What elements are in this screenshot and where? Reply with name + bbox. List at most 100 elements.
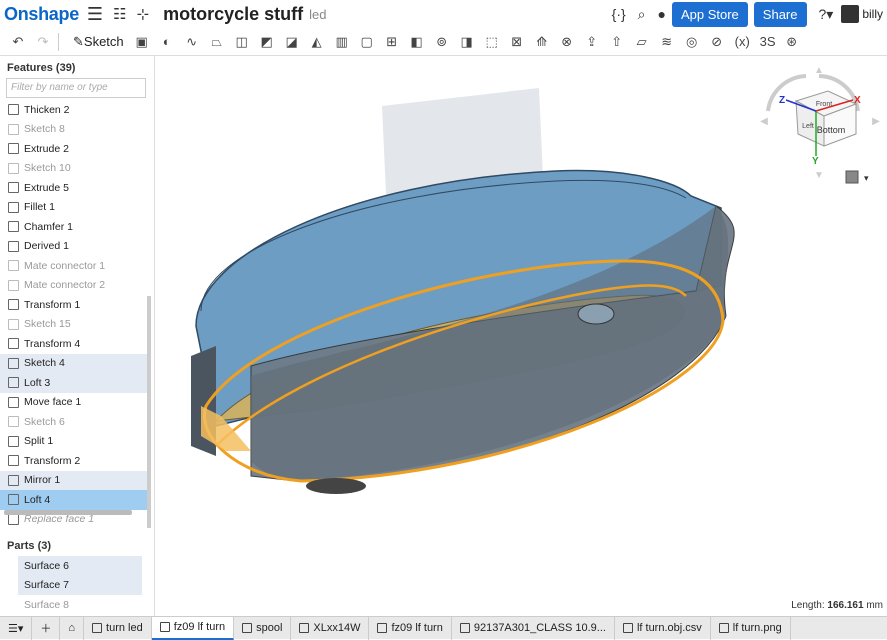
view-right-arrow-icon[interactable]: ▶ — [872, 116, 880, 127]
fillet-icon[interactable]: ◩ — [260, 34, 274, 50]
measure-icon[interactable]: ⊘ — [710, 34, 724, 50]
feature-item[interactable]: Extrude 5 — [0, 178, 150, 198]
thicken-icon[interactable]: ◫ — [235, 34, 249, 50]
variable-icon[interactable]: (x) — [735, 34, 750, 49]
feature-item[interactable]: Chamfer 1 — [0, 217, 150, 237]
feature-label: Split 1 — [24, 435, 54, 448]
feature-type-icon — [8, 162, 19, 174]
help-icon[interactable]: ?▾ — [819, 6, 834, 23]
pattern-icon[interactable]: ⊞ — [385, 34, 399, 50]
part-item[interactable]: Surface 7 — [18, 575, 142, 595]
revolve-icon[interactable]: ◐ — [160, 34, 174, 49]
document-tab[interactable]: fz09 lf turn — [151, 616, 235, 640]
feature-item[interactable]: Sketch 8 — [0, 120, 150, 140]
comment-icon[interactable]: ● — [658, 6, 666, 22]
delete-face-icon[interactable]: ⊗ — [560, 34, 574, 50]
loft-icon[interactable]: ⏢ — [210, 34, 224, 50]
feature-item[interactable]: Sketch 15 — [0, 315, 150, 335]
split-icon[interactable]: ◨ — [460, 34, 474, 50]
rib-icon[interactable]: ▥ — [335, 34, 349, 50]
home-icon[interactable]: ⌂ — [60, 616, 85, 640]
user-name[interactable]: billy — [862, 7, 883, 21]
feature-type-icon — [8, 240, 19, 252]
variables-icon[interactable]: ⊹ — [137, 5, 150, 23]
feature-item[interactable]: Sketch 10 — [0, 159, 150, 179]
document-tab[interactable]: fz09 lf turn — [369, 616, 452, 640]
view-up-arrow-icon[interactable]: ▲ — [814, 65, 824, 76]
view-cube[interactable]: Front Bottom Left X Y Z ▲ ▼ ◀ ▶ ▾ — [760, 65, 880, 184]
feature-item[interactable]: Transform 1 — [0, 295, 150, 315]
view-options-icon[interactable]: ⊛ — [785, 34, 799, 50]
feature-item[interactable]: Mirror 1 — [0, 470, 150, 490]
model-canvas[interactable]: Front Bottom Left X Y Z ▲ ▼ ◀ ▶ ▾ — [156, 56, 887, 616]
menu-icon[interactable]: ☰ — [87, 4, 103, 25]
bolt-head[interactable] — [577, 303, 615, 325]
document-workspace[interactable]: led — [309, 7, 326, 22]
plane-icon[interactable]: ▱ — [635, 34, 649, 50]
part-item[interactable]: Surface 6 — [18, 556, 142, 576]
search-icon[interactable]: ⌕ — [638, 6, 646, 23]
document-tab[interactable]: lf turn.png — [711, 616, 791, 640]
feature-type-icon — [8, 221, 19, 233]
draft-icon[interactable]: ◭ — [310, 34, 324, 50]
feature-list-icon[interactable]: ☷ — [113, 5, 126, 23]
delete-part-icon[interactable]: ⊠ — [510, 34, 524, 50]
app-store-button[interactable]: App Store — [671, 1, 748, 27]
shell-icon[interactable]: ▢ — [360, 34, 374, 50]
transform-icon[interactable]: ⬚ — [485, 34, 499, 50]
replace-face-icon[interactable]: ⇧ — [610, 34, 624, 50]
render-mode-icon[interactable] — [845, 170, 859, 184]
feature-item[interactable]: Mate connector 1 — [0, 256, 150, 276]
chamfer-icon[interactable]: ◪ — [285, 34, 299, 50]
feature-item[interactable]: Move face 1 — [0, 393, 150, 413]
feature-item[interactable]: Transform 2 — [0, 451, 150, 471]
view-left-arrow-icon[interactable]: ◀ — [760, 116, 768, 127]
helix-icon[interactable]: ≋ — [660, 34, 674, 50]
avatar[interactable] — [841, 5, 860, 23]
version-icon[interactable]: {·} — [612, 6, 626, 22]
insert-menu-icon[interactable]: ☰▾ — [0, 616, 33, 640]
feature-item[interactable]: Split 1 — [0, 432, 150, 452]
redo-icon[interactable]: ↷ — [36, 34, 50, 50]
feature-item[interactable]: Transform 4 — [0, 334, 150, 354]
horizontal-scrollbar[interactable] — [4, 510, 132, 515]
sketch-button[interactable]: ✎ Sketch — [73, 34, 124, 50]
sweep-icon[interactable]: ∿ — [185, 34, 199, 50]
feature-item[interactable]: Sketch 6 — [0, 412, 150, 432]
add-tab-icon[interactable]: ＋ — [32, 616, 61, 640]
vertical-scrollbar[interactable] — [147, 296, 151, 528]
3d-viewport[interactable]: Front Bottom Left X Y Z ▲ ▼ ◀ ▶ ▾ Length… — [156, 56, 887, 616]
bottom-boss[interactable] — [306, 478, 366, 494]
move-face-icon[interactable]: ⇪ — [585, 34, 599, 50]
onshape-logo[interactable]: Onshape — [4, 4, 79, 25]
document-tab[interactable]: XLxx14W — [291, 616, 370, 640]
feature-filter-input[interactable]: Filter by name or type — [6, 78, 146, 98]
section-view-icon[interactable]: 3S — [760, 34, 776, 49]
feature-item[interactable]: Loft 3 — [0, 373, 150, 393]
render-mode-dropdown-icon[interactable]: ▾ — [864, 173, 869, 183]
feature-item[interactable]: Loft 4 — [0, 490, 150, 510]
feature-item[interactable]: Thicken 2 — [0, 100, 150, 120]
document-tab[interactable]: spool — [234, 616, 292, 640]
share-button[interactable]: Share — [753, 1, 807, 27]
boolean-icon[interactable]: ⊚ — [435, 34, 449, 50]
document-tab[interactable]: 92137A301_CLASS 10.9... — [452, 616, 615, 640]
feature-item[interactable]: Fillet 1 — [0, 198, 150, 218]
document-tab[interactable]: lf turn.obj.csv — [615, 616, 711, 640]
feature-item[interactable]: Derived 1 — [0, 237, 150, 257]
document-tab[interactable]: turn led — [84, 616, 152, 640]
undo-icon[interactable]: ↶ — [11, 34, 25, 50]
feature-item[interactable]: Extrude 2 — [0, 139, 150, 159]
feature-item[interactable]: Sketch 4 — [0, 353, 150, 373]
part-item[interactable]: Surface 8 — [18, 595, 142, 615]
feature-label: Extrude 2 — [24, 142, 69, 155]
extrude-icon[interactable]: ▣ — [135, 34, 149, 50]
mate-connector-icon[interactable]: ◎ — [685, 34, 699, 50]
view-down-arrow-icon[interactable]: ▼ — [814, 170, 824, 181]
feature-label: Loft 4 — [24, 493, 51, 506]
modify-fillet-icon[interactable]: ⟰ — [535, 34, 549, 50]
feature-item[interactable]: Mate connector 2 — [0, 276, 150, 296]
document-title[interactable]: motorcycle stuff — [163, 4, 303, 25]
feature-type-icon — [8, 455, 19, 467]
mirror-icon[interactable]: ◧ — [410, 34, 424, 50]
